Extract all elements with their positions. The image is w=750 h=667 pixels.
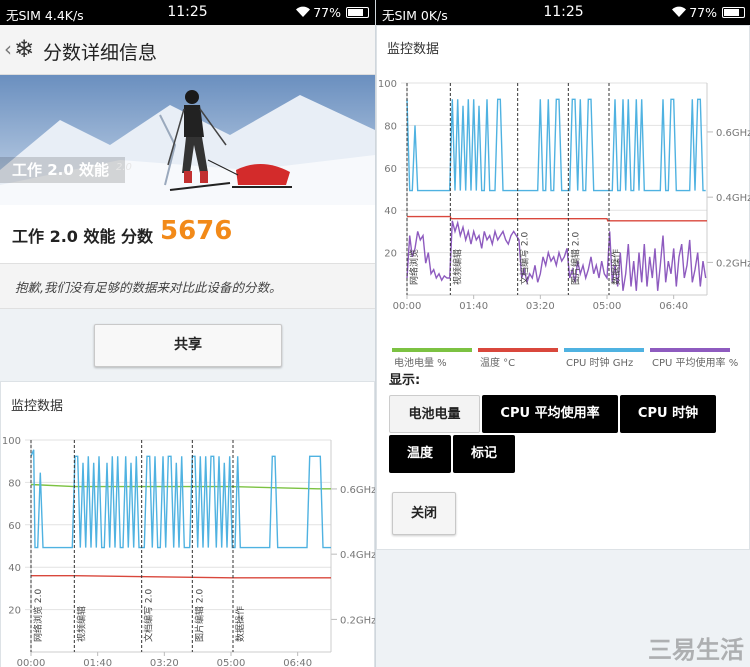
toggle-markers[interactable]: 标记: [453, 435, 515, 473]
series-line: [30, 449, 331, 549]
monitor-title: 监控数据: [11, 399, 64, 414]
toggle-cpu-usage[interactable]: CPU 平均使用率: [482, 395, 618, 433]
legend-label: 温度 °C: [480, 358, 516, 369]
x-tick-label: 01:40: [83, 658, 112, 667]
x-tick-label: 00:00: [17, 658, 46, 667]
toggle-cpu-clock[interactable]: CPU 时钟: [620, 395, 716, 433]
y2-tick-label: 0.4GHz: [340, 550, 375, 561]
wifi-icon: [671, 5, 687, 21]
toggle-temperature[interactable]: 温度: [389, 435, 451, 473]
hero-caption: 工作 2.0 效能 2.0: [0, 157, 132, 183]
share-button[interactable]: 共享: [94, 324, 282, 367]
comparison-note: 抱歉,我们没有足够的数据来对比此设备的分数。: [0, 263, 375, 309]
series-line: [406, 220, 707, 291]
series-line: [31, 574, 331, 579]
chevron-left-icon[interactable]: ‹: [4, 37, 12, 61]
monitor-title: 监控数据: [387, 42, 440, 57]
marker-label: 视频编辑: [451, 249, 463, 285]
note-text: 抱歉,我们没有足够的数据来对比此设备的分数。: [15, 280, 282, 295]
monitor-chart: 20 40 60 80 100 0.2GHz 0.4GHz 0.6GHz 00:00 01:40 0…: [2, 436, 375, 667]
y-tick-label: 100: [378, 79, 397, 90]
toggle-battery[interactable]: 电池电量: [389, 395, 480, 433]
battery-icon: [722, 7, 745, 18]
legend-swatch: [392, 348, 472, 352]
y2-tick-label: 0.6GHz: [340, 485, 375, 496]
marker-label: 数据操作: [234, 606, 246, 642]
hero-title: 工作 2.0 效能: [12, 161, 110, 179]
score-value: 5676: [160, 216, 233, 246]
page-title: 分数详细信息: [43, 42, 158, 64]
hero-image: 工作 2.0 效能 2.0: [0, 75, 375, 205]
y-tick-label: 80: [8, 478, 21, 489]
legend-label: 电池电量 %: [394, 358, 447, 369]
battery-icon: [346, 7, 369, 18]
y2-tick-label: 0.2GHz: [340, 615, 375, 626]
marker-label: 视频编辑: [75, 606, 87, 642]
hero-version: 2.0: [116, 162, 132, 173]
monitor-chart: 20 40 60 80 100 0.2GHz 0.4GHz 0.6GHz 00:00 01:40 0…: [378, 79, 750, 311]
marker-label: 数据操作: [610, 249, 622, 285]
wifi-icon: [295, 5, 311, 21]
left-screen: 无SIM 4.4K/s 11:25 77% ‹ ❄ 分数详细信息 工作 2.0 …: [0, 0, 375, 667]
close-button[interactable]: 关闭: [392, 492, 456, 535]
marker-label: 图片编辑 2.0: [193, 589, 205, 642]
score-row: 工作 2.0 效能 分数 5676: [0, 205, 375, 263]
y-tick-label: 20: [384, 249, 397, 260]
y2-tick-label: 0.6GHz: [716, 128, 750, 139]
monitor-panel-expanded: 监控数据 20 40 60 80 100 0.2GHz 0.4GHz 0.6GHz 00:00 0…: [376, 25, 750, 550]
watermark-logo: 三易生活: [648, 636, 744, 664]
x-tick-label: 03:20: [526, 301, 555, 311]
x-tick-label: 01:40: [459, 301, 488, 311]
x-tick-label: 06:40: [659, 301, 688, 311]
legend-swatch: [478, 348, 558, 352]
marker-label: 文档编写 2.0: [519, 232, 531, 285]
app-bar: ‹ ❄ 分数详细信息: [0, 25, 375, 75]
legend-swatch: [564, 348, 644, 352]
battery-percent: 77%: [689, 5, 717, 20]
marker-label: 文档编写 2.0: [143, 589, 155, 642]
x-tick-label: 00:00: [393, 301, 422, 311]
status-bar: 无SIM 0K/s 11:25 77%: [376, 0, 750, 25]
monitor-panel: 监控数据 20 40 60 80 100 0.2GHz 0.4GHz 0.6GHz 00:00 0…: [0, 381, 375, 667]
y-tick-label: 60: [384, 164, 397, 175]
display-label: 显示:: [389, 373, 421, 388]
y-tick-label: 80: [384, 121, 397, 132]
marker-label: 网络浏览: [408, 249, 420, 285]
right-screen: 无SIM 0K/s 11:25 77% 监控数据 20 40 60 80 100 0.2G…: [375, 0, 750, 667]
y-tick-label: 20: [8, 606, 21, 617]
x-tick-label: 03:20: [150, 658, 179, 667]
snowflake-logo-icon: ❄: [14, 35, 35, 63]
x-tick-label: 06:40: [283, 658, 312, 667]
legend-swatch: [650, 348, 730, 352]
y-tick-label: 40: [384, 206, 397, 217]
series-line: [407, 215, 707, 222]
legend-label: CPU 平均使用率 %: [652, 358, 739, 369]
series-line: [406, 98, 706, 192]
skier-illustration: [0, 75, 375, 205]
marker-label: 图片编辑 2.0: [569, 232, 581, 285]
y2-tick-label: 0.2GHz: [716, 258, 750, 269]
battery-percent: 77%: [313, 5, 341, 20]
y2-tick-label: 0.4GHz: [716, 193, 750, 204]
marker-label: 网络浏览 2.0: [32, 589, 44, 642]
score-label: 工作 2.0 效能 分数: [12, 227, 154, 246]
x-tick-label: 05:00: [217, 658, 246, 667]
y-tick-label: 100: [2, 436, 21, 447]
status-bar: 无SIM 4.4K/s 11:25 77%: [0, 0, 375, 25]
y-tick-label: 60: [8, 521, 21, 532]
legend-label: CPU 时钟 GHz: [566, 358, 634, 369]
x-tick-label: 05:00: [593, 301, 622, 311]
y-tick-label: 40: [8, 563, 21, 574]
